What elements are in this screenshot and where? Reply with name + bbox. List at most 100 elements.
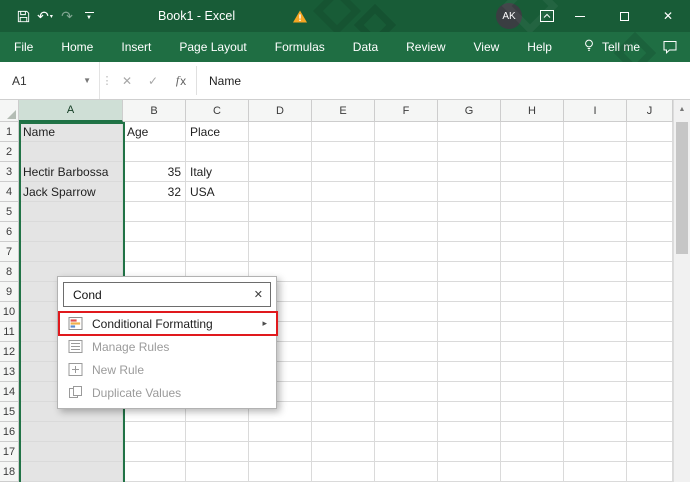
ribbon-display-options-icon[interactable]: [536, 5, 558, 27]
cell-J10[interactable]: [627, 302, 673, 322]
cell-A4[interactable]: Jack Sparrow: [19, 182, 123, 202]
tab-file[interactable]: File: [0, 32, 47, 62]
row-header-16[interactable]: 16: [0, 422, 19, 442]
cell-G4[interactable]: [438, 182, 501, 202]
cell-H6[interactable]: [501, 222, 564, 242]
comment-icon[interactable]: [662, 40, 678, 54]
cell-I2[interactable]: [564, 142, 627, 162]
cell-J18[interactable]: [627, 462, 673, 482]
cell-J5[interactable]: [627, 202, 673, 222]
cell-G10[interactable]: [438, 302, 501, 322]
cell-I8[interactable]: [564, 262, 627, 282]
cell-G18[interactable]: [438, 462, 501, 482]
cell-B5[interactable]: [123, 202, 186, 222]
cell-G9[interactable]: [438, 282, 501, 302]
customize-quick-access-toolbar-icon[interactable]: ▼: [78, 5, 100, 27]
cell-G16[interactable]: [438, 422, 501, 442]
cell-B17[interactable]: [123, 442, 186, 462]
undo-icon[interactable]: ↶▾: [34, 5, 56, 27]
cell-G3[interactable]: [438, 162, 501, 182]
cell-I15[interactable]: [564, 402, 627, 422]
row-header-6[interactable]: 6: [0, 222, 19, 242]
row-header-11[interactable]: 11: [0, 322, 19, 342]
menu-item-duplicate-values[interactable]: Duplicate Values: [58, 381, 276, 404]
vertical-scrollbar[interactable]: ▲: [673, 100, 690, 482]
row-header-12[interactable]: 12: [0, 342, 19, 362]
cell-H2[interactable]: [501, 142, 564, 162]
select-all-corner[interactable]: [0, 100, 19, 122]
cell-F7[interactable]: [375, 242, 438, 262]
cell-F12[interactable]: [375, 342, 438, 362]
popup-search-box[interactable]: ✕: [63, 282, 271, 307]
cell-G5[interactable]: [438, 202, 501, 222]
cell-J4[interactable]: [627, 182, 673, 202]
cell-H8[interactable]: [501, 262, 564, 282]
cell-J12[interactable]: [627, 342, 673, 362]
cell-H16[interactable]: [501, 422, 564, 442]
insert-function-button[interactable]: ffxx: [166, 62, 196, 99]
cell-B1[interactable]: Age: [123, 122, 186, 142]
cell-F11[interactable]: [375, 322, 438, 342]
cell-A7[interactable]: [19, 242, 123, 262]
formula-bar-handle[interactable]: ⋮: [100, 62, 114, 99]
cell-G12[interactable]: [438, 342, 501, 362]
cell-D7[interactable]: [249, 242, 312, 262]
row-header-10[interactable]: 10: [0, 302, 19, 322]
cell-B6[interactable]: [123, 222, 186, 242]
cell-C3[interactable]: Italy: [186, 162, 249, 182]
tab-review[interactable]: Review: [392, 32, 459, 62]
cell-B7[interactable]: [123, 242, 186, 262]
cell-H3[interactable]: [501, 162, 564, 182]
cell-F8[interactable]: [375, 262, 438, 282]
cell-H15[interactable]: [501, 402, 564, 422]
cell-J17[interactable]: [627, 442, 673, 462]
cell-J3[interactable]: [627, 162, 673, 182]
cell-A1[interactable]: Name: [19, 122, 123, 142]
tab-insert[interactable]: Insert: [107, 32, 165, 62]
cell-D6[interactable]: [249, 222, 312, 242]
cell-G17[interactable]: [438, 442, 501, 462]
cell-A2[interactable]: [19, 142, 123, 162]
cell-G1[interactable]: [438, 122, 501, 142]
cell-F15[interactable]: [375, 402, 438, 422]
cell-E3[interactable]: [312, 162, 375, 182]
cell-D3[interactable]: [249, 162, 312, 182]
tab-formulas[interactable]: Formulas: [261, 32, 339, 62]
column-header-H[interactable]: H: [501, 100, 564, 122]
scrollbar-thumb[interactable]: [676, 122, 688, 254]
cell-J11[interactable]: [627, 322, 673, 342]
cell-E11[interactable]: [312, 322, 375, 342]
cell-C2[interactable]: [186, 142, 249, 162]
cell-B4[interactable]: 32: [123, 182, 186, 202]
tab-help[interactable]: Help: [513, 32, 566, 62]
cell-G8[interactable]: [438, 262, 501, 282]
cell-J15[interactable]: [627, 402, 673, 422]
cell-E4[interactable]: [312, 182, 375, 202]
cell-E8[interactable]: [312, 262, 375, 282]
cell-E5[interactable]: [312, 202, 375, 222]
cell-I6[interactable]: [564, 222, 627, 242]
cell-I17[interactable]: [564, 442, 627, 462]
cell-J9[interactable]: [627, 282, 673, 302]
tab-data[interactable]: Data: [339, 32, 392, 62]
cell-C7[interactable]: [186, 242, 249, 262]
cell-E13[interactable]: [312, 362, 375, 382]
cell-E7[interactable]: [312, 242, 375, 262]
cell-G7[interactable]: [438, 242, 501, 262]
row-header-8[interactable]: 8: [0, 262, 19, 282]
cell-I9[interactable]: [564, 282, 627, 302]
cell-D17[interactable]: [249, 442, 312, 462]
cell-J13[interactable]: [627, 362, 673, 382]
cell-I10[interactable]: [564, 302, 627, 322]
cell-H18[interactable]: [501, 462, 564, 482]
cell-I5[interactable]: [564, 202, 627, 222]
cell-J6[interactable]: [627, 222, 673, 242]
row-header-4[interactable]: 4: [0, 182, 19, 202]
cell-D4[interactable]: [249, 182, 312, 202]
minimize-button[interactable]: [558, 0, 602, 32]
cell-I16[interactable]: [564, 422, 627, 442]
row-header-18[interactable]: 18: [0, 462, 19, 482]
cell-A5[interactable]: [19, 202, 123, 222]
cell-D2[interactable]: [249, 142, 312, 162]
cell-G11[interactable]: [438, 322, 501, 342]
